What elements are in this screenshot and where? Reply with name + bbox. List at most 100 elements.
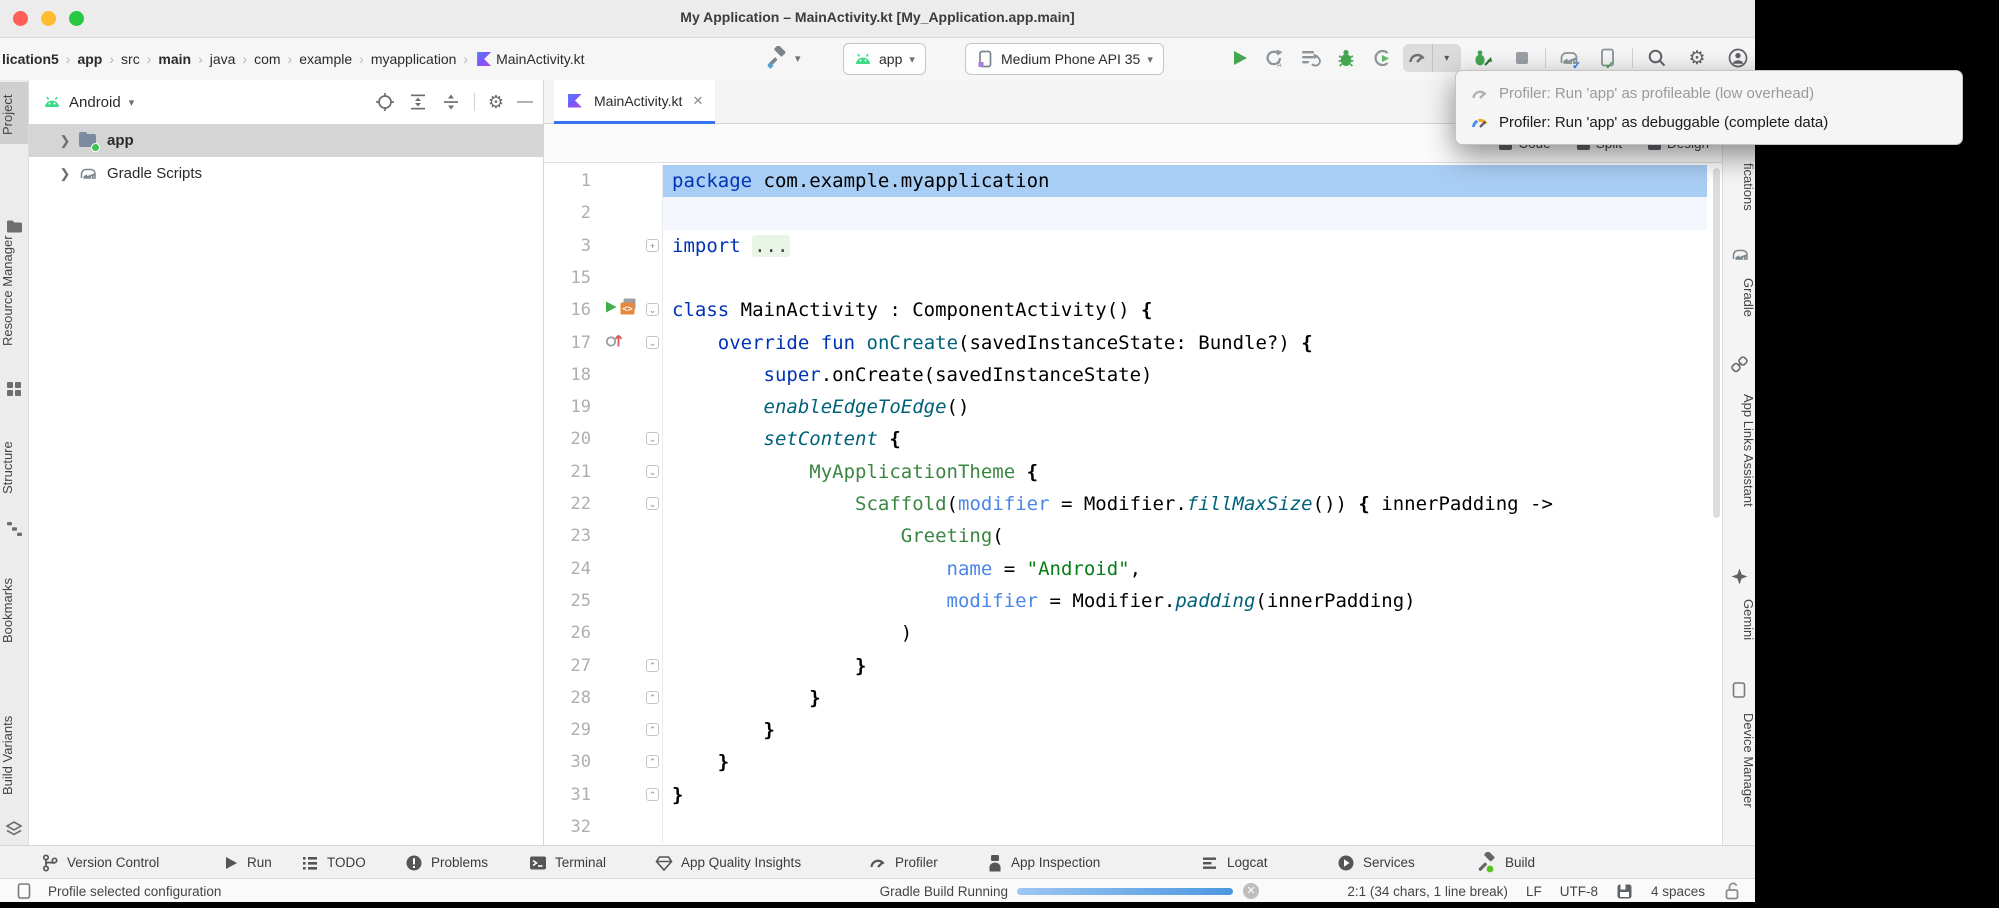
encoding-widget[interactable]: UTF-8 xyxy=(1560,884,1598,899)
fold-marker[interactable]: ⌃ xyxy=(646,659,659,672)
chevron-right-icon[interactable]: ❯ xyxy=(57,166,73,182)
toolwindow-button-logcat[interactable]: Logcat xyxy=(1200,846,1268,879)
code-line-23[interactable]: 23 Greeting( xyxy=(544,520,1723,552)
profile-avatar-icon[interactable] xyxy=(1726,46,1750,70)
tree-row-app[interactable]: ❯app xyxy=(29,124,543,157)
code-line-22[interactable]: 22⌄ Scaffold(modifier = Modifier.fillMax… xyxy=(544,488,1723,520)
code-line-21[interactable]: 21⌄ MyApplicationTheme { xyxy=(544,456,1723,488)
memory-indicator-icon[interactable] xyxy=(1616,883,1633,900)
run-configuration-select[interactable]: app ▾ xyxy=(843,43,926,75)
breadcrumb-item-com[interactable]: com xyxy=(252,51,282,67)
tree-row-gradle-scripts[interactable]: ❯Gradle Scripts xyxy=(29,157,543,190)
code-line-19[interactable]: 19 enableEdgeToEdge() xyxy=(544,391,1723,423)
breadcrumb-item-myapplication[interactable]: myapplication xyxy=(369,51,459,67)
toolwindow-button-problems[interactable]: Problems xyxy=(404,846,488,879)
code-line-20[interactable]: 20⌄ setContent { xyxy=(544,423,1723,455)
code-line-17[interactable]: 17⌄ override fun onCreate(savedInstanceS… xyxy=(544,327,1723,359)
stripe-button-gemini[interactable]: Gemini xyxy=(1723,592,1756,647)
code-line-30[interactable]: 30⌃ } xyxy=(544,746,1723,778)
stripe-button-build-variants[interactable]: Build Variants xyxy=(0,698,28,813)
code-line-3[interactable]: 3+import ... xyxy=(544,230,1723,262)
stripe-button-fications[interactable]: fications xyxy=(1723,147,1756,227)
locate-file-icon[interactable] xyxy=(375,92,395,112)
profiler-button[interactable]: ▾ xyxy=(1403,44,1461,72)
override-gutter-icon[interactable] xyxy=(604,331,624,349)
breadcrumb-item-main[interactable]: main xyxy=(156,51,193,67)
stripe-button-structure[interactable]: Structure xyxy=(0,425,28,510)
code-line-29[interactable]: 29⌃ } xyxy=(544,714,1723,746)
fold-marker[interactable]: ⌃ xyxy=(646,788,659,801)
run-button[interactable] xyxy=(1228,46,1252,70)
indent-widget[interactable]: 4 spaces xyxy=(1651,884,1705,899)
stripe-button-gradle[interactable]: Gradle xyxy=(1723,270,1756,325)
code-line-16[interactable]: 16<>⌄class MainActivity : ComponentActiv… xyxy=(544,294,1723,326)
stop-button[interactable] xyxy=(1510,46,1534,70)
code-line-26[interactable]: 26 ) xyxy=(544,617,1723,649)
panel-settings-gear-icon[interactable]: ⚙ xyxy=(488,92,504,113)
phone-icon[interactable] xyxy=(1731,681,1748,698)
toolwindow-button-services[interactable]: Services xyxy=(1336,846,1415,879)
profiler-dropdown-arrow-icon[interactable]: ▾ xyxy=(1433,44,1462,72)
gradle-sync-icon[interactable]: ✓ xyxy=(1558,46,1582,70)
breadcrumb-item-example[interactable]: example xyxy=(297,51,354,67)
rerun-button[interactable]: A xyxy=(1262,46,1286,70)
expand-all-icon[interactable] xyxy=(408,92,428,112)
device-manager-icon[interactable]: ✓ xyxy=(1596,46,1620,70)
chevron-down-icon[interactable]: ▾ xyxy=(129,96,135,109)
code-line-18[interactable]: 18 super.onCreate(savedInstanceState) xyxy=(544,359,1723,391)
stripe-button-app-links-assistant[interactable]: App Links Assistant xyxy=(1723,380,1756,520)
gradle-elephant-icon[interactable] xyxy=(1731,246,1748,263)
stripe-button-resource-manager[interactable]: Resource Manager xyxy=(0,208,28,373)
run-class-gutter-icon[interactable]: <> xyxy=(604,298,637,315)
structure-icon[interactable] xyxy=(5,520,23,538)
toolwindow-button-terminal[interactable]: Terminal xyxy=(528,846,606,879)
toolwindow-button-app-inspection[interactable]: App Inspection xyxy=(986,846,1100,879)
toolwindow-button-profiler[interactable]: Profiler xyxy=(868,846,938,879)
code-editor[interactable]: ✓ 1package com.example.myapplication23+i… xyxy=(544,163,1723,845)
stripe-button-bookmarks[interactable]: Bookmarks xyxy=(0,563,28,658)
stripe-button-project[interactable]: Project xyxy=(0,86,28,144)
toolwindow-button-app-quality-insights[interactable]: App Quality Insights xyxy=(654,846,801,879)
breadcrumb-item-MainActivity.kt[interactable]: MainActivity.kt xyxy=(473,51,586,67)
chevron-right-icon[interactable]: ❯ xyxy=(57,133,73,149)
cancel-task-icon[interactable]: ✕ xyxy=(1243,883,1259,899)
fold-marker[interactable]: ⌃ xyxy=(646,755,659,768)
menu-item-profiler-profileable[interactable]: Profiler: Run 'app' as profileable (low … xyxy=(1456,79,1962,108)
lock-open-icon[interactable] xyxy=(1723,881,1741,901)
fold-marker[interactable]: ⌄ xyxy=(646,465,659,478)
build-hammer-icon[interactable] xyxy=(765,46,789,70)
link-icon[interactable] xyxy=(1731,356,1748,373)
build-dropdown-arrow-icon[interactable]: ▾ xyxy=(795,52,801,65)
close-tab-icon[interactable]: ✕ xyxy=(692,93,703,109)
attach-debugger-button[interactable] xyxy=(1370,46,1394,70)
fold-marker[interactable]: ⌄ xyxy=(646,432,659,445)
code-line-15[interactable]: 15 xyxy=(544,262,1723,294)
fold-marker[interactable]: + xyxy=(646,239,659,252)
toolwindow-button-todo[interactable]: TODO xyxy=(300,846,366,879)
fold-marker[interactable]: ⌄ xyxy=(646,497,659,510)
code-line-32[interactable]: 32 xyxy=(544,811,1723,843)
caret-position-widget[interactable]: 2:1 (34 chars, 1 line break) xyxy=(1347,884,1508,899)
settings-gear-icon[interactable]: ⚙ xyxy=(1685,46,1709,70)
apply-changes-button[interactable] xyxy=(1298,46,1322,70)
toolwindow-button-build[interactable]: Build xyxy=(1476,846,1535,879)
fold-marker[interactable]: ⌄ xyxy=(646,303,659,316)
debug-button[interactable] xyxy=(1334,46,1358,70)
layers-icon[interactable] xyxy=(5,820,23,838)
code-line-28[interactable]: 28⌃ } xyxy=(544,682,1723,714)
code-line-24[interactable]: 24 name = "Android", xyxy=(544,553,1723,585)
breadcrumb-item-app[interactable]: app xyxy=(75,51,104,67)
toolwindow-button-version-control[interactable]: Version Control xyxy=(40,846,159,879)
profiler-gauge-icon[interactable] xyxy=(1403,44,1432,72)
fold-marker[interactable]: ⌃ xyxy=(646,723,659,736)
menu-item-profiler-debuggable[interactable]: Profiler: Run 'app' as debuggable (compl… xyxy=(1456,108,1962,137)
code-line-27[interactable]: 27⌃ } xyxy=(544,650,1723,682)
code-line-2[interactable]: 2 xyxy=(544,197,1723,229)
stripe-button-device-manager[interactable]: Device Manager xyxy=(1723,705,1756,815)
profile-low-overhead-button[interactable] xyxy=(1470,46,1494,70)
resource-grid-icon[interactable] xyxy=(5,380,23,398)
collapse-all-icon[interactable] xyxy=(441,92,461,112)
search-icon[interactable] xyxy=(1645,46,1669,70)
breadcrumb-item-src[interactable]: src xyxy=(119,51,142,67)
fold-marker[interactable]: ⌄ xyxy=(646,336,659,349)
